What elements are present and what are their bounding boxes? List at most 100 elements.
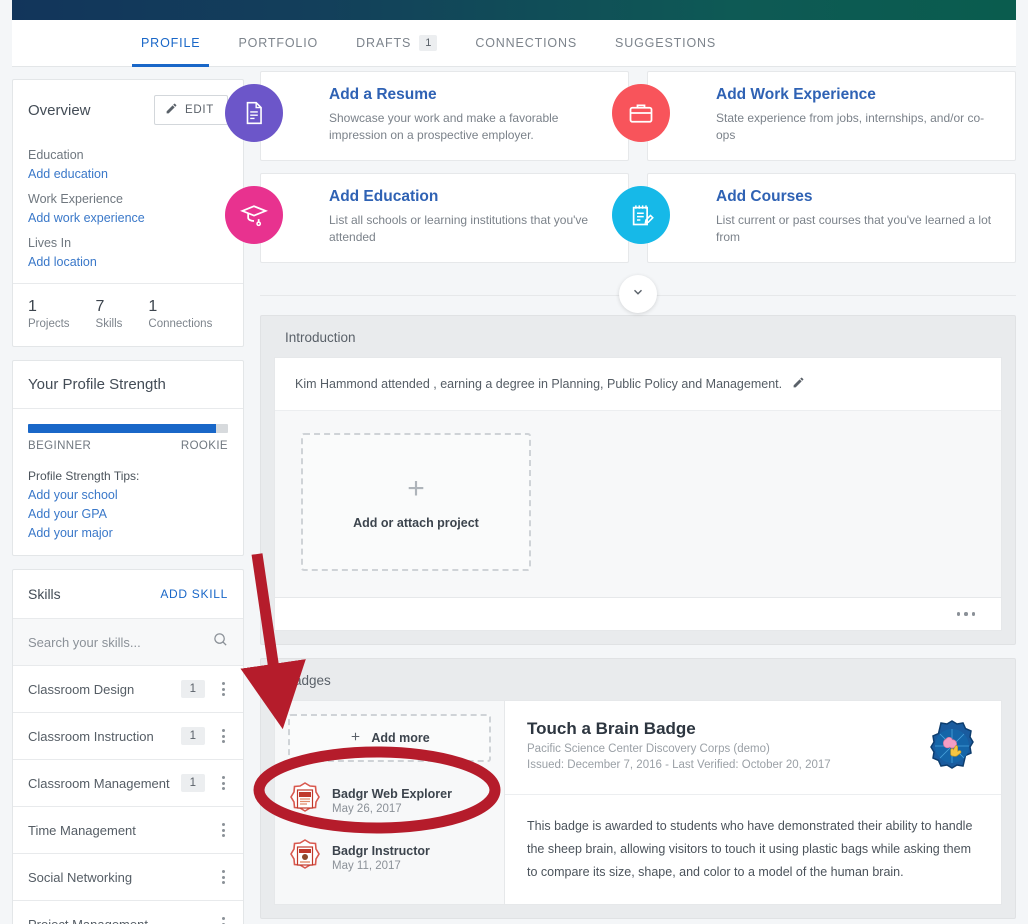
- action-card-add-resume[interactable]: Add a Resume Showcase your work and make…: [225, 71, 629, 161]
- overview-label-education: Education: [28, 148, 84, 162]
- add-more-badge-button[interactable]: Add more: [288, 713, 491, 762]
- stat-projects: 1 Projects: [28, 298, 70, 330]
- skill-row-social-networking[interactable]: Social Networking: [13, 854, 243, 901]
- skill-name: Classroom Instruction: [28, 728, 154, 744]
- badge-detail-description: This badge is awarded to students who ha…: [527, 818, 973, 879]
- badge-date: May 26, 2017: [332, 803, 402, 815]
- skill-count: 1: [180, 680, 205, 698]
- badges-panel: Badges Add more Badgr Web Explorer May 2…: [260, 657, 1016, 919]
- skill-row-classroom-design[interactable]: Classroom Design 1: [13, 666, 243, 713]
- skill-menu-icon[interactable]: [217, 820, 230, 840]
- badge-detail-dates: Issued: December 7, 2016 - Last Verified…: [527, 758, 831, 771]
- search-icon[interactable]: [213, 632, 228, 652]
- badge-list-item-instructor[interactable]: Badgr Instructor May 11, 2017: [288, 830, 491, 887]
- add-or-attach-project-dropzone[interactable]: + Add or attach project: [301, 433, 531, 571]
- overview-fields: Education Add education Work Experience …: [13, 135, 243, 283]
- skill-menu-icon[interactable]: [217, 867, 230, 887]
- action-card-add-education[interactable]: Add Education List all schools or learni…: [225, 173, 629, 263]
- badge-list-item-web-explorer[interactable]: Badgr Web Explorer May 26, 2017: [288, 773, 491, 830]
- add-more-badge-label: Add more: [371, 730, 430, 745]
- overview-label-lives-in: Lives In: [28, 236, 72, 250]
- profile-strength-bar: [28, 424, 228, 433]
- skill-name: Classroom Design: [28, 681, 135, 697]
- tab-profile[interactable]: PROFILE: [122, 20, 219, 67]
- action-card-title: Add Education: [329, 188, 439, 205]
- graduation-cap-icon: [225, 186, 283, 244]
- profile-strength-left-label: BEGINNER: [28, 440, 92, 452]
- plus-icon: [349, 730, 362, 746]
- chevron-down-icon: [631, 285, 645, 304]
- overview-header: Overview EDIT: [13, 80, 243, 135]
- badge-detail-title: Touch a Brain Badge: [527, 718, 696, 738]
- badge-list: Add more Badgr Web Explorer May 26, 2017…: [275, 700, 505, 904]
- edit-overview-button[interactable]: EDIT: [154, 95, 228, 125]
- stat-projects-value: 1: [28, 298, 37, 315]
- add-location-link[interactable]: Add location: [28, 255, 228, 269]
- action-card-desc: Showcase your work and make a favorable …: [329, 111, 559, 143]
- document-icon: [225, 84, 283, 142]
- stat-connections-label: Connections: [148, 318, 213, 330]
- tip-add-major[interactable]: Add your major: [28, 526, 228, 540]
- stat-connections-value: 1: [148, 298, 158, 315]
- tab-connections-label: CONNECTIONS: [475, 36, 578, 50]
- profile-strength-scale: BEGINNER ROOKIE: [28, 440, 228, 452]
- main-tab-bar: PROFILE PORTFOLIO DRAFTS 1 CONNECTIONS S…: [12, 20, 1016, 67]
- add-work-experience-link[interactable]: Add work experience: [28, 211, 228, 225]
- action-card-desc: List all schools or learning institution…: [329, 213, 589, 245]
- introduction-footer: [275, 598, 1001, 630]
- skill-name: Social Networking: [28, 869, 133, 885]
- briefcase-icon: [612, 84, 670, 142]
- skill-menu-icon[interactable]: [217, 679, 230, 699]
- tip-add-school[interactable]: Add your school: [28, 488, 228, 502]
- skill-row-classroom-instruction[interactable]: Classroom Instruction 1: [13, 713, 243, 760]
- badges-section-title: Badges: [285, 672, 331, 688]
- tab-drafts[interactable]: DRAFTS 1: [337, 20, 456, 66]
- notebook-pencil-icon: [612, 186, 670, 244]
- skill-name: Time Management: [28, 822, 136, 838]
- collapse-section: [260, 275, 1016, 315]
- badge-thumbnail-icon: [290, 781, 320, 821]
- tab-drafts-count: 1: [419, 35, 438, 51]
- tip-add-gpa[interactable]: Add your GPA: [28, 507, 228, 521]
- profile-strength-bar-fill: [28, 424, 216, 433]
- skill-row-project-management[interactable]: Project Management: [13, 901, 243, 924]
- badge-name: Badgr Web Explorer: [332, 787, 452, 801]
- introduction-text-row: Kim Hammond attended , earning a degree …: [275, 358, 1001, 411]
- add-skill-button[interactable]: ADD SKILL: [160, 587, 228, 601]
- action-card-add-courses[interactable]: Add Courses List current or past courses…: [612, 173, 1016, 263]
- action-card-title: Add a Resume: [329, 86, 437, 103]
- skill-count: 1: [180, 774, 205, 792]
- skill-menu-icon[interactable]: [217, 726, 230, 746]
- left-sidebar: Overview EDIT Education Add education Wo…: [12, 79, 244, 924]
- badge-detail-header: Touch a Brain Badge Pacific Science Cent…: [505, 701, 1001, 795]
- badge-thumbnail-icon: [290, 838, 320, 878]
- badges-grid: Add more Badgr Web Explorer May 26, 2017…: [275, 700, 1001, 904]
- skill-row-time-management[interactable]: Time Management: [13, 807, 243, 854]
- skills-search-input[interactable]: [28, 634, 198, 650]
- action-card-add-work-experience[interactable]: Add Work Experience State experience fro…: [612, 71, 1016, 161]
- profile-page: PROFILE PORTFOLIO DRAFTS 1 CONNECTIONS S…: [0, 0, 1028, 924]
- skills-title: Skills: [28, 586, 61, 602]
- tab-connections[interactable]: CONNECTIONS: [456, 20, 596, 66]
- main-column: Add a Resume Showcase your work and make…: [225, 71, 1016, 919]
- add-education-link[interactable]: Add education: [28, 167, 228, 181]
- skills-search-row: [13, 619, 243, 666]
- tab-portfolio[interactable]: PORTFOLIO: [219, 20, 337, 66]
- skill-count: 1: [180, 727, 205, 745]
- action-card-desc: State experience from jobs, internships,…: [716, 111, 985, 143]
- tab-suggestions[interactable]: SUGGESTIONS: [596, 20, 735, 66]
- skill-menu-icon[interactable]: [217, 773, 230, 793]
- pencil-icon: [165, 102, 178, 118]
- skill-row-classroom-management[interactable]: Classroom Management 1: [13, 760, 243, 807]
- top-gradient-banner: [12, 0, 1016, 20]
- edit-overview-label: EDIT: [185, 104, 214, 116]
- action-card-title: Add Work Experience: [716, 86, 876, 103]
- stat-projects-label: Projects: [28, 318, 70, 330]
- skill-menu-icon[interactable]: [217, 914, 230, 924]
- edit-introduction-icon[interactable]: [792, 376, 805, 392]
- collapse-toggle-button[interactable]: [619, 275, 657, 313]
- introduction-more-options-icon[interactable]: [953, 608, 980, 620]
- plus-icon: +: [407, 472, 425, 505]
- profile-strength-card: Your Profile Strength BEGINNER ROOKIE Pr…: [12, 360, 244, 556]
- badge-detail-image: [925, 719, 979, 778]
